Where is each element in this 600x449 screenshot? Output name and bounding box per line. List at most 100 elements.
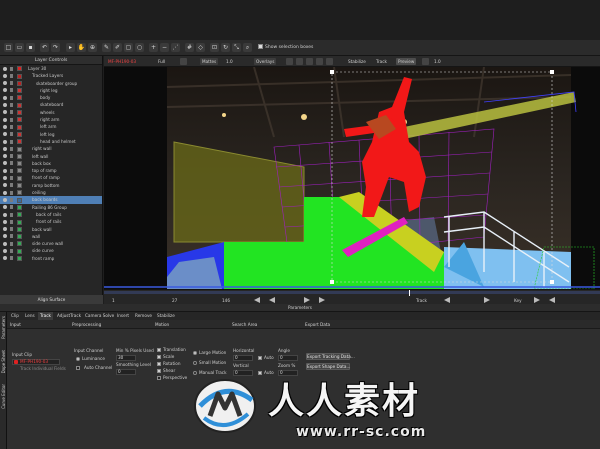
preview-button[interactable]: Preview (396, 58, 417, 65)
visibility-eye-icon[interactable] (3, 103, 7, 108)
zoom-field[interactable]: 0 (278, 370, 298, 376)
layer-row[interactable]: ramp bottom (0, 182, 102, 189)
lock-icon[interactable] (10, 146, 13, 151)
layer-color-swatch[interactable] (17, 190, 22, 196)
layer-row[interactable]: wall (0, 233, 102, 240)
lock-icon[interactable] (10, 183, 13, 188)
add-point-icon[interactable]: + (149, 43, 158, 52)
perspective-checkbox[interactable] (157, 376, 161, 380)
visibility-eye-icon[interactable] (3, 241, 7, 246)
play-forward-icon[interactable] (304, 297, 310, 303)
export-tracking-data-button[interactable]: Export Tracking Data... (306, 353, 355, 360)
tab-clip[interactable]: Clip (9, 312, 21, 320)
visibility-eye-icon[interactable] (3, 66, 7, 71)
clip-name[interactable]: MF-PH190-03 (106, 58, 138, 65)
rotate-icon[interactable]: ↻ (221, 43, 230, 52)
lock-icon[interactable] (10, 256, 13, 261)
lock-icon[interactable] (10, 103, 13, 108)
lock-icon[interactable] (10, 168, 13, 173)
visibility-eye-icon[interactable] (3, 110, 7, 115)
lock-icon[interactable] (10, 205, 13, 210)
lock-icon[interactable] (10, 249, 13, 254)
visibility-eye-icon[interactable] (3, 205, 7, 210)
translation-checkbox[interactable] (157, 348, 161, 352)
track-backward-icon[interactable] (444, 297, 450, 303)
frame-start[interactable]: 1 (112, 298, 115, 303)
camera-icon[interactable] (316, 58, 323, 65)
side-tab-curve-editor[interactable]: Curve Editor (0, 384, 7, 414)
layer-row[interactable]: Layer 30 (0, 65, 102, 72)
smoothing-level-field[interactable]: 0 (116, 369, 136, 375)
angle-field[interactable]: 0 (278, 355, 298, 361)
large-motion-radio[interactable] (193, 351, 197, 355)
layer-color-swatch[interactable] (17, 124, 22, 130)
mattes-button[interactable]: Mattes (200, 58, 219, 65)
timeline[interactable]: 1 27 146 Track Key (104, 289, 600, 304)
visibility-eye-icon[interactable] (3, 95, 7, 100)
view-mode-select[interactable]: Full (156, 58, 167, 65)
layer-row[interactable]: right arm (0, 116, 102, 123)
frame-in[interactable]: 27 (172, 298, 177, 303)
layer-row[interactable]: skateboard (0, 101, 102, 108)
tab-camera-solve[interactable]: Camera Solve (83, 312, 116, 320)
visibility-eye-icon[interactable] (3, 139, 7, 144)
lock-icon[interactable] (10, 66, 13, 71)
shear-checkbox[interactable] (157, 369, 161, 373)
layer-color-swatch[interactable] (17, 73, 22, 79)
grid-icon[interactable]: # (185, 43, 194, 52)
layer-row[interactable]: body (0, 94, 102, 101)
layer-color-swatch[interactable] (17, 131, 22, 137)
layer-color-swatch[interactable] (17, 241, 22, 247)
visibility-eye-icon[interactable] (3, 154, 7, 159)
layer-color-swatch[interactable] (17, 95, 22, 101)
lock-icon[interactable] (10, 132, 13, 137)
layer-row[interactable]: head and helmet (0, 138, 102, 145)
stabilize-button[interactable]: Stabilize (346, 58, 368, 65)
step-forward-icon[interactable] (319, 297, 325, 303)
next-key-icon[interactable] (534, 297, 540, 303)
overlays-button[interactable]: Overlays (254, 58, 277, 65)
zoom-tool-icon[interactable]: ⊕ (88, 43, 97, 52)
lock-icon[interactable] (10, 110, 13, 115)
clip-viewer[interactable] (104, 67, 600, 289)
rotation-checkbox[interactable] (157, 362, 161, 366)
save-project-icon[interactable]: ▪ (26, 43, 35, 52)
wireframe-icon[interactable] (306, 58, 313, 65)
frame-out[interactable]: 146 (222, 298, 230, 303)
grid-toggle-icon[interactable] (296, 58, 303, 65)
lock-icon[interactable] (10, 176, 13, 181)
lock-icon[interactable] (10, 139, 13, 144)
tab-track[interactable]: Track (38, 312, 53, 320)
preview-settings-icon[interactable] (422, 58, 429, 65)
lock-icon[interactable] (10, 241, 13, 246)
visibility-eye-icon[interactable] (3, 81, 7, 86)
layer-row[interactable]: top of ramp (0, 167, 102, 174)
visibility-eye-icon[interactable] (3, 183, 7, 188)
layer-color-swatch[interactable] (17, 183, 22, 189)
layer-color-swatch[interactable] (17, 146, 22, 152)
overlay-options-icon[interactable] (286, 58, 293, 65)
layer-row[interactable]: front ramp (0, 255, 102, 262)
visibility-eye-icon[interactable] (3, 256, 7, 261)
lock-icon[interactable]: ⊡ (210, 43, 219, 52)
tab-adjust-track[interactable]: AdjustTrack (55, 312, 83, 320)
visibility-eye-icon[interactable] (3, 161, 7, 166)
layer-row[interactable]: back boards (0, 196, 102, 204)
visibility-eye-icon[interactable] (3, 249, 7, 254)
export-shape-data-button[interactable]: Export Shape Data... (306, 363, 350, 370)
layer-row[interactable]: wheels (0, 109, 102, 116)
layer-row[interactable]: ceiling (0, 189, 102, 196)
auto-channel-checkbox[interactable] (76, 366, 80, 370)
layer-row[interactable]: front of rails (0, 218, 102, 225)
luminance-radio[interactable] (76, 357, 80, 361)
select-tool-icon[interactable]: ▸ (66, 43, 75, 52)
visibility-eye-icon[interactable] (3, 124, 7, 129)
channel-icon[interactable] (180, 58, 187, 65)
tab-lens[interactable]: Lens (23, 312, 37, 320)
prev-key-icon[interactable] (549, 297, 555, 303)
hand-tool-icon[interactable]: ✋ (77, 43, 86, 52)
layer-row[interactable]: side curve (0, 247, 102, 254)
layer-row[interactable]: back wall (0, 226, 102, 233)
layer-row[interactable]: Tracked Layers (0, 72, 102, 79)
visibility-eye-icon[interactable] (3, 73, 7, 78)
